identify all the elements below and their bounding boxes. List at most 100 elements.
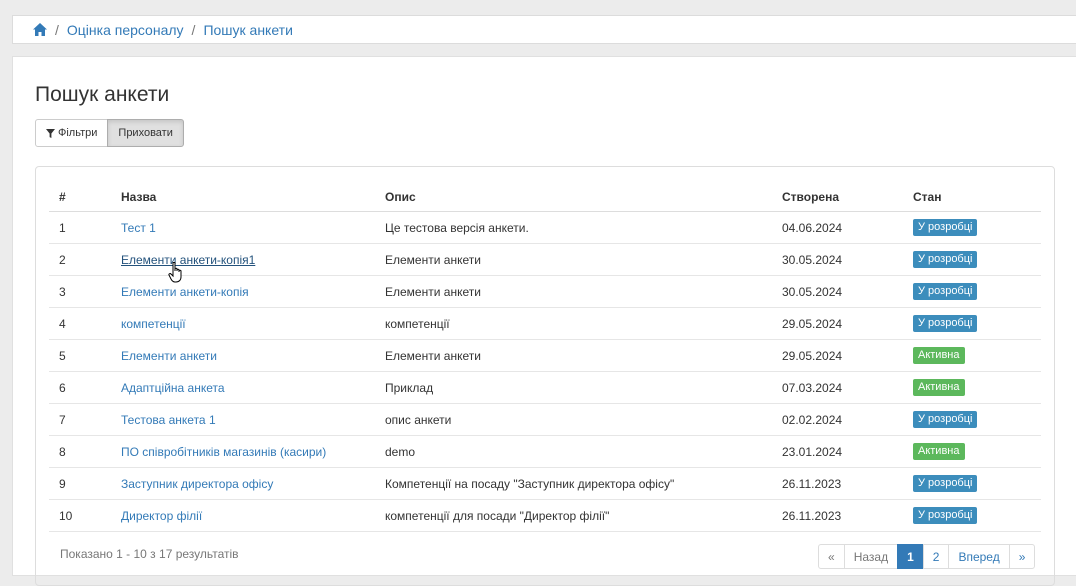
row-description: Приклад bbox=[375, 371, 772, 404]
table-header-row: # Назва Опис Створена Стан bbox=[49, 183, 1041, 212]
row-number: 1 bbox=[49, 211, 111, 244]
filters-button[interactable]: Фільтри bbox=[35, 119, 109, 147]
table-row[interactable]: 8 ПО співробітників магазинів (касири) dem… bbox=[49, 435, 1041, 468]
row-name-cell: компетенції bbox=[111, 307, 375, 340]
row-name-cell: Тестова анкета 1 bbox=[111, 403, 375, 436]
row-created-date: 07.03.2024 bbox=[772, 371, 903, 404]
row-created-date: 29.05.2024 bbox=[772, 339, 903, 372]
row-description: Елементи анкети bbox=[375, 243, 772, 276]
breadcrumb-item-evaluation[interactable]: Оцінка персоналу bbox=[67, 22, 184, 38]
hand-cursor-icon bbox=[168, 262, 182, 283]
row-name-link[interactable]: Заступник директора офісу bbox=[121, 477, 273, 491]
filter-button-group: Фільтри Приховати bbox=[35, 119, 184, 147]
row-status-cell: У розробці bbox=[903, 211, 1041, 244]
row-number: 8 bbox=[49, 435, 111, 468]
status-badge: У розробці bbox=[913, 315, 978, 332]
results-summary: Показано 1 - 10 з 17 результатів bbox=[60, 547, 239, 561]
status-badge: У розробці bbox=[913, 411, 978, 428]
main-panel: Пошук анкети Фільтри Приховати # Назва О… bbox=[12, 56, 1076, 586]
row-description: компетенції для посади "Директор філії" bbox=[375, 499, 772, 532]
breadcrumb: / Оцінка персоналу / Пошук анкети bbox=[12, 15, 1076, 44]
status-badge: Активна bbox=[913, 347, 965, 364]
row-created-date: 29.05.2024 bbox=[772, 307, 903, 340]
row-number: 9 bbox=[49, 467, 111, 500]
row-created-date: 30.05.2024 bbox=[772, 275, 903, 308]
breadcrumb-separator: / bbox=[191, 21, 196, 38]
row-name-link[interactable]: Елементи анкети bbox=[121, 349, 217, 363]
row-created-date: 02.02.2024 bbox=[772, 403, 903, 436]
status-badge: Активна bbox=[913, 443, 965, 460]
row-number: 4 bbox=[49, 307, 111, 340]
row-status-cell: У розробці bbox=[903, 403, 1041, 436]
row-name-cell: ПО співробітників магазинів (касири) bbox=[111, 435, 375, 468]
home-icon[interactable] bbox=[33, 23, 47, 36]
row-number: 3 bbox=[49, 275, 111, 308]
table-row[interactable]: 10 Директор філії компетенції для посади "… bbox=[49, 499, 1041, 532]
row-number: 10 bbox=[49, 499, 111, 532]
column-header-name[interactable]: Назва bbox=[111, 183, 375, 212]
status-badge: У розробці bbox=[913, 283, 978, 300]
row-name-cell: Адаптційна анкета bbox=[111, 371, 375, 404]
table-row[interactable]: 6 Адаптційна анкета Приклад 07.03.2024 Актив… bbox=[49, 371, 1041, 404]
pagination: « Назад 1 2 Вперед » bbox=[818, 544, 1036, 569]
results-table: # Назва Опис Створена Стан 1 Тест 1 Це тес… bbox=[49, 183, 1041, 532]
table-row[interactable]: 7 Тестова анкета 1 опис анкети 02.02.2024 У … bbox=[49, 403, 1041, 436]
pager-page-2[interactable]: 2 bbox=[922, 544, 950, 569]
table-row[interactable]: 4 компетенції компетенції 29.05.2024 У розро… bbox=[49, 307, 1041, 340]
table-row[interactable]: 2 Елементи анкети-копія1 Елементи анкети 30… bbox=[49, 243, 1041, 276]
column-header-description[interactable]: Опис bbox=[375, 183, 772, 212]
column-header-status[interactable]: Стан bbox=[903, 183, 1041, 212]
row-description: Елементи анкети bbox=[375, 275, 772, 308]
row-created-date: 04.06.2024 bbox=[772, 211, 903, 244]
column-header-created[interactable]: Створена bbox=[772, 183, 903, 212]
row-description: опис анкети bbox=[375, 403, 772, 436]
status-badge: У розробці bbox=[913, 219, 978, 236]
table-row[interactable]: 3 Елементи анкети-копія Елементи анкети 30.… bbox=[49, 275, 1041, 308]
row-name-link[interactable]: Тест 1 bbox=[121, 221, 156, 235]
row-status-cell: Активна bbox=[903, 339, 1041, 372]
pager-first[interactable]: « bbox=[818, 544, 845, 569]
row-status-cell: Активна bbox=[903, 371, 1041, 404]
status-badge: Активна bbox=[913, 379, 965, 396]
row-name-link[interactable]: Елементи анкети-копія bbox=[121, 285, 249, 299]
row-created-date: 26.11.2023 bbox=[772, 499, 903, 532]
filters-button-label: Фільтри bbox=[58, 127, 98, 139]
row-description: Компетенції на посаду "Заступник директо… bbox=[375, 467, 772, 500]
row-name-link[interactable]: компетенції bbox=[121, 317, 186, 331]
row-description: Елементи анкети bbox=[375, 339, 772, 372]
row-name-link[interactable]: Директор філії bbox=[121, 509, 202, 523]
row-name-link[interactable]: ПО співробітників магазинів (касири) bbox=[121, 445, 326, 459]
row-number: 2 bbox=[49, 243, 111, 276]
row-status-cell: У розробці bbox=[903, 467, 1041, 500]
row-name-cell: Тест 1 bbox=[111, 211, 375, 244]
row-description: компетенції bbox=[375, 307, 772, 340]
row-name-link[interactable]: Тестова анкета 1 bbox=[121, 413, 216, 427]
row-status-cell: У розробці bbox=[903, 275, 1041, 308]
row-number: 6 bbox=[49, 371, 111, 404]
filter-icon bbox=[46, 128, 55, 138]
column-header-number[interactable]: # bbox=[49, 183, 111, 212]
hide-button[interactable]: Приховати bbox=[107, 119, 184, 147]
pager-last[interactable]: » bbox=[1008, 544, 1036, 569]
row-status-cell: Активна bbox=[903, 435, 1041, 468]
row-created-date: 26.11.2023 bbox=[772, 467, 903, 500]
table-row[interactable]: 1 Тест 1 Це тестова версія анкети. 04.06.20… bbox=[49, 211, 1041, 244]
row-name-cell: Елементи анкети-копія1 bbox=[111, 243, 375, 276]
table-row[interactable]: 5 Елементи анкети Елементи анкети 29.05.202… bbox=[49, 339, 1041, 372]
results-table-box: # Назва Опис Створена Стан 1 Тест 1 Це тес… bbox=[35, 166, 1055, 586]
breadcrumb-separator: / bbox=[55, 21, 59, 38]
breadcrumb-item-search[interactable]: Пошук анкети bbox=[203, 22, 292, 38]
status-badge: У розробці bbox=[913, 507, 978, 524]
row-number: 7 bbox=[49, 403, 111, 436]
row-name-link[interactable]: Адаптційна анкета bbox=[121, 381, 225, 395]
pager-next[interactable]: Вперед bbox=[948, 544, 1010, 569]
row-name-cell: Заступник директора офісу bbox=[111, 467, 375, 500]
row-name-cell: Елементи анкети bbox=[111, 339, 375, 372]
row-status-cell: У розробці bbox=[903, 243, 1041, 276]
row-number: 5 bbox=[49, 339, 111, 372]
row-name-link[interactable]: Елементи анкети-копія1 bbox=[121, 253, 255, 267]
pager-page-1[interactable]: 1 bbox=[897, 544, 924, 569]
pager-prev[interactable]: Назад bbox=[843, 544, 899, 569]
table-row[interactable]: 9 Заступник директора офісу Компетенції на… bbox=[49, 467, 1041, 500]
page-title: Пошук анкети bbox=[35, 83, 170, 106]
